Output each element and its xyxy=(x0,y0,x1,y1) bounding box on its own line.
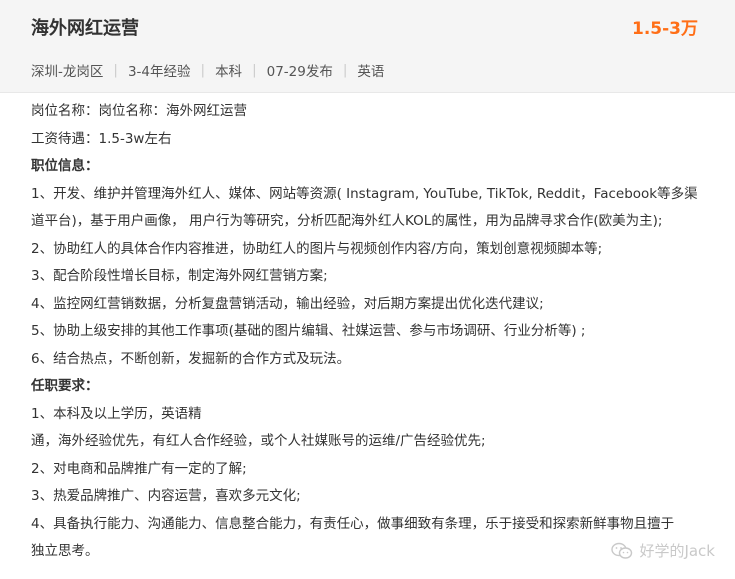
description-line: 4、具备执行能力、沟通能力、信息整合能力，有责任心，做事细致有条理，乐于接受和探… xyxy=(31,515,675,532)
description-line: 5、协助上级安排的其他工作事项(基础的图片编辑、社媒运营、参与市场调研、行业分析… xyxy=(31,323,586,339)
watermark: 好学的Jack xyxy=(611,540,715,561)
meta-publish-date: 07-29发布 xyxy=(266,64,333,80)
description-line: 6、结合热点，不断创新，发掘新的合作方式及玩法。 xyxy=(31,350,351,367)
description-line: 1、开发、维护并管理海外红人、媒体、网站等资源( Instagram, YouT… xyxy=(31,185,698,202)
salary-label: 1.5-3万 xyxy=(632,19,698,39)
description-line: 道平台)，基于用户画像， 用户行为等研究，分析匹配海外红人KOL的属性，用为品牌… xyxy=(31,213,663,229)
job-title: 海外网红运营 xyxy=(31,18,139,39)
meta-experience: 3-4年经验 xyxy=(127,64,191,80)
meta-separator: | xyxy=(200,62,206,78)
job-description: 岗位名称：岗位名称：海外网红运营 工资待遇：1.5-3w左右 职位信息： 1、开发、维… xyxy=(31,98,721,566)
description-line: 岗位名称：岗位名称：海外网红运营 xyxy=(31,103,247,119)
description-line: 工资待遇：1.5-3w左右 xyxy=(31,130,172,147)
meta-separator: | xyxy=(342,62,348,78)
section-heading: 职位信息： xyxy=(31,158,99,174)
meta-location: 深圳-龙岗区 xyxy=(31,64,104,80)
meta-education: 本科 xyxy=(215,64,243,80)
wechat-icon xyxy=(611,542,633,559)
meta-separator: | xyxy=(113,62,118,78)
section-heading: 任职要求： xyxy=(31,378,99,394)
watermark-text: 好学的Jack xyxy=(639,542,715,560)
description-line: 2、对电商和品牌推广有一定的了解; xyxy=(31,460,247,477)
meta-language: 英语 xyxy=(357,64,385,80)
meta-separator: | xyxy=(252,62,257,78)
description-line: 3、配合阶段性增长目标，制定海外网红营销方案; xyxy=(31,268,328,284)
job-meta: 深圳-龙岗区 | 3-4年经验 | 本科 | 07-29发布 | 英语 xyxy=(31,60,384,80)
description-line: 4、监控网红营销数据，分析复盘营销活动，输出经验，对后期方案提出优化迭代建议; xyxy=(31,295,544,312)
description-line: 3、热爱品牌推广、内容运营，喜欢多元文化; xyxy=(31,488,301,504)
description-line: 1、本科及以上学历，英语精 xyxy=(31,405,202,422)
job-detail-page: 海外网红运营 1.5-3万 深圳-龙岗区 | 3-4年经验 | 本科 | 07-… xyxy=(0,0,735,579)
job-header: 海外网红运营 1.5-3万 深圳-龙岗区 | 3-4年经验 | 本科 | 07-… xyxy=(0,0,735,93)
description-line: 通，海外经验优先，有红人合作经验，或个人社媒账号的运维/广告经验优先; xyxy=(31,433,486,449)
description-line: 2、协助红人的具体合作内容推进，协助红人的图片与视频创作内容/方向，策划创意视频… xyxy=(31,240,603,257)
